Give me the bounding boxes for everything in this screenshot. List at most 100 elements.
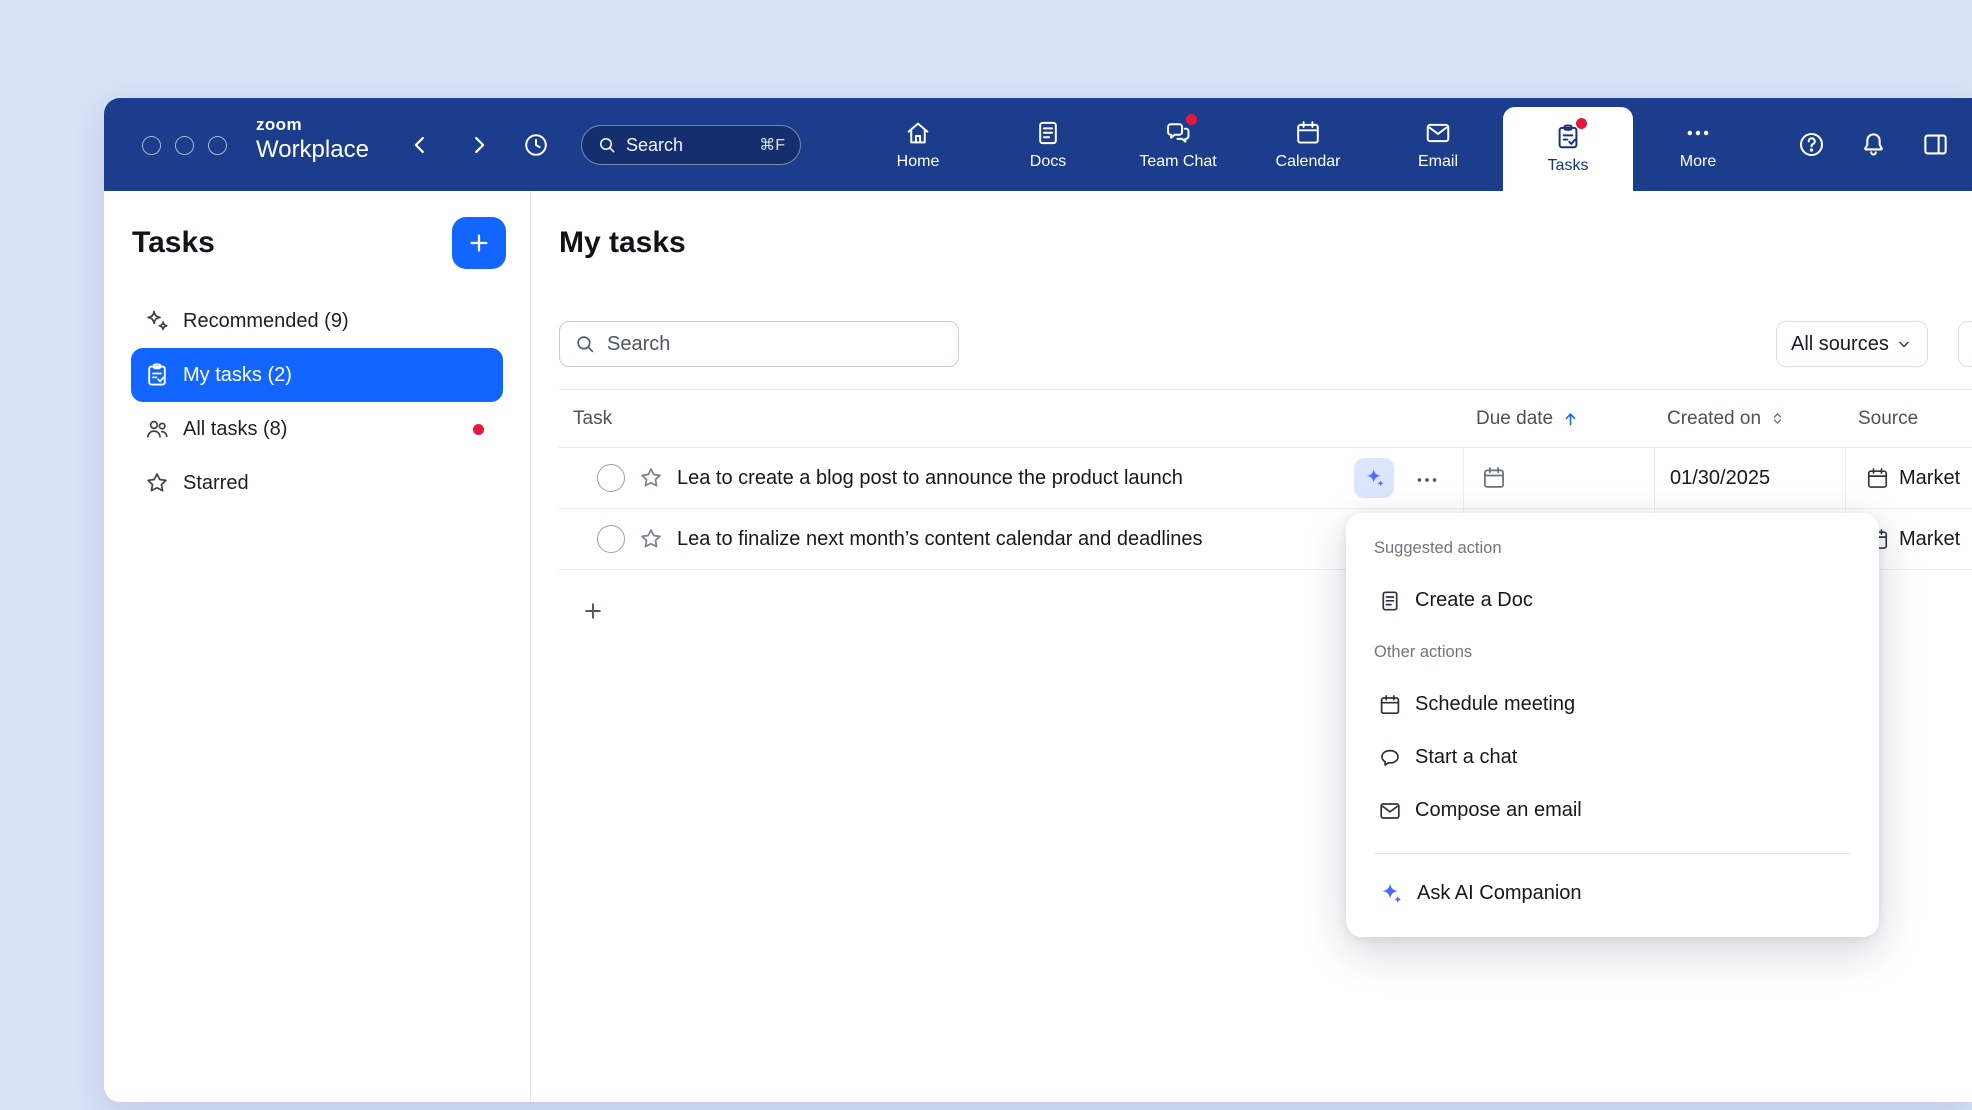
side-panel-icon[interactable]	[1921, 130, 1950, 159]
sort-toggle-icon[interactable]	[1769, 410, 1786, 427]
ai-actions-popup: Suggested action Create a Doc Other acti…	[1346, 513, 1879, 937]
sidebar-item-all-tasks[interactable]: All tasks (8)	[131, 402, 503, 456]
sidebar-item-recommended[interactable]: Recommended (9)	[131, 294, 503, 348]
sidebar-list: Recommended (9) My tasks (2) All tasks (…	[104, 294, 530, 510]
tasks-icon	[1554, 123, 1582, 151]
sidebar-item-label: My tasks (2)	[183, 364, 292, 387]
menu-item-ask-ai-companion[interactable]: Ask AI Companion	[1346, 867, 1879, 920]
doc-icon	[1378, 589, 1402, 613]
search-shortcut: ⌘F	[759, 135, 785, 155]
task-title[interactable]: Lea to create a blog post to announce th…	[677, 467, 1354, 490]
other-actions-label: Other actions	[1346, 643, 1879, 662]
source-cell: Market	[1846, 448, 1972, 508]
nav-calendar[interactable]: Calendar	[1243, 98, 1373, 191]
sidebar-item-starred[interactable]: Starred	[131, 456, 503, 510]
sidebar-item-label: Recommended (9)	[183, 310, 349, 333]
table-header-row: Task Due date Created on	[559, 389, 1972, 448]
all-tasks-badge	[473, 424, 484, 435]
team-chat-badge	[1186, 114, 1197, 125]
sparkles-icon	[144, 308, 170, 334]
page-title: My tasks	[559, 226, 686, 260]
global-search-placeholder: Search	[626, 135, 683, 156]
new-task-button[interactable]	[452, 217, 506, 269]
nav-team-chat[interactable]: Team Chat	[1113, 98, 1243, 191]
menu-item-create-doc[interactable]: Create a Doc	[1346, 574, 1879, 627]
tasks-badge	[1576, 118, 1587, 129]
column-header-due-date[interactable]: Due date	[1464, 408, 1655, 430]
tasks-sidebar: Tasks Recommended (9) My tasks (2)	[104, 191, 531, 1102]
task-complete-checkbox[interactable]	[597, 525, 625, 553]
sidebar-item-label: Starred	[183, 472, 249, 495]
menu-item-compose-email[interactable]: Compose an email	[1346, 784, 1879, 837]
help-icon[interactable]	[1797, 130, 1826, 159]
zoom-logo-text: zoom	[256, 116, 369, 135]
workplace-logo-text: Workplace	[256, 137, 369, 163]
menu-divider	[1374, 853, 1851, 854]
app-header: zoom Workplace Search ⌘F	[104, 98, 1972, 191]
email-icon	[1424, 119, 1452, 147]
forward-button[interactable]	[466, 132, 492, 158]
primary-nav: Home Docs Team Chat	[853, 98, 1763, 191]
column-header-task[interactable]: Task	[559, 408, 1464, 430]
ai-companion-actions-button[interactable]	[1354, 458, 1394, 498]
created-on-cell: 01/30/2025	[1655, 448, 1846, 508]
more-actions-icon[interactable]	[1410, 461, 1444, 495]
column-header-created-on[interactable]: Created on	[1655, 408, 1846, 430]
star-toggle-icon[interactable]	[638, 526, 664, 552]
search-icon	[597, 135, 617, 155]
nav-home[interactable]: Home	[853, 98, 983, 191]
sidebar-item-label: All tasks (8)	[183, 418, 287, 441]
docs-icon	[1034, 119, 1062, 147]
notifications-bell-icon[interactable]	[1859, 130, 1888, 159]
sidebar-header: Tasks	[104, 191, 530, 269]
global-search-input[interactable]: Search ⌘F	[581, 125, 801, 165]
nav-docs[interactable]: Docs	[983, 98, 1113, 191]
history-icon[interactable]	[522, 131, 550, 159]
clipped-filter-button[interactable]	[1958, 321, 1972, 367]
people-icon	[144, 416, 170, 442]
task-cell: Lea to finalize next month’s content cal…	[559, 509, 1464, 569]
task-complete-checkbox[interactable]	[597, 464, 625, 492]
calendar-icon	[1294, 119, 1322, 147]
source-calendar-icon	[1865, 466, 1890, 491]
calendar-icon	[1378, 693, 1402, 717]
source-filter-value: All sources	[1791, 333, 1889, 356]
source-name: Market	[1899, 528, 1960, 551]
nav-tasks[interactable]: Tasks	[1503, 107, 1633, 191]
due-date-cell	[1464, 448, 1655, 508]
nav-more[interactable]: More	[1633, 98, 1763, 191]
window-close-button[interactable]	[142, 136, 161, 155]
header-utility-icons	[1797, 98, 1950, 191]
chat-bubble-icon	[1378, 746, 1402, 770]
email-icon	[1378, 799, 1402, 823]
window-zoom-button[interactable]	[208, 136, 227, 155]
zoom-workplace-window: zoom Workplace Search ⌘F	[104, 98, 1972, 1102]
window-controls	[142, 136, 227, 155]
task-cell: Lea to create a blog post to announce th…	[559, 448, 1464, 508]
set-due-date-icon[interactable]	[1481, 465, 1507, 491]
suggested-action-label: Suggested action	[1346, 539, 1879, 558]
team-chat-icon	[1164, 119, 1192, 147]
sidebar-item-my-tasks[interactable]: My tasks (2)	[131, 348, 503, 402]
back-button[interactable]	[407, 132, 433, 158]
search-icon	[574, 333, 596, 355]
add-task-button[interactable]	[577, 595, 609, 627]
menu-item-schedule-meeting[interactable]: Schedule meeting	[1346, 678, 1879, 731]
sort-ascending-icon[interactable]	[1561, 409, 1580, 428]
tasks-search-input[interactable]: Search	[559, 321, 959, 367]
zoom-workplace-logo: zoom Workplace	[256, 116, 369, 163]
column-header-source[interactable]: Source	[1846, 408, 1972, 430]
ai-companion-sparkle-icon	[1378, 881, 1404, 907]
window-minimize-button[interactable]	[175, 136, 194, 155]
star-toggle-icon[interactable]	[638, 465, 664, 491]
menu-item-start-chat[interactable]: Start a chat	[1346, 731, 1879, 784]
star-icon	[144, 470, 170, 496]
source-filter-dropdown[interactable]: All sources	[1776, 321, 1928, 367]
tasks-search-placeholder: Search	[607, 333, 670, 356]
chevron-down-icon	[1895, 335, 1913, 353]
home-icon	[904, 119, 932, 147]
source-name: Market	[1899, 467, 1960, 490]
nav-email[interactable]: Email	[1373, 98, 1503, 191]
my-tasks-icon	[144, 362, 170, 388]
sidebar-title: Tasks	[132, 226, 215, 260]
